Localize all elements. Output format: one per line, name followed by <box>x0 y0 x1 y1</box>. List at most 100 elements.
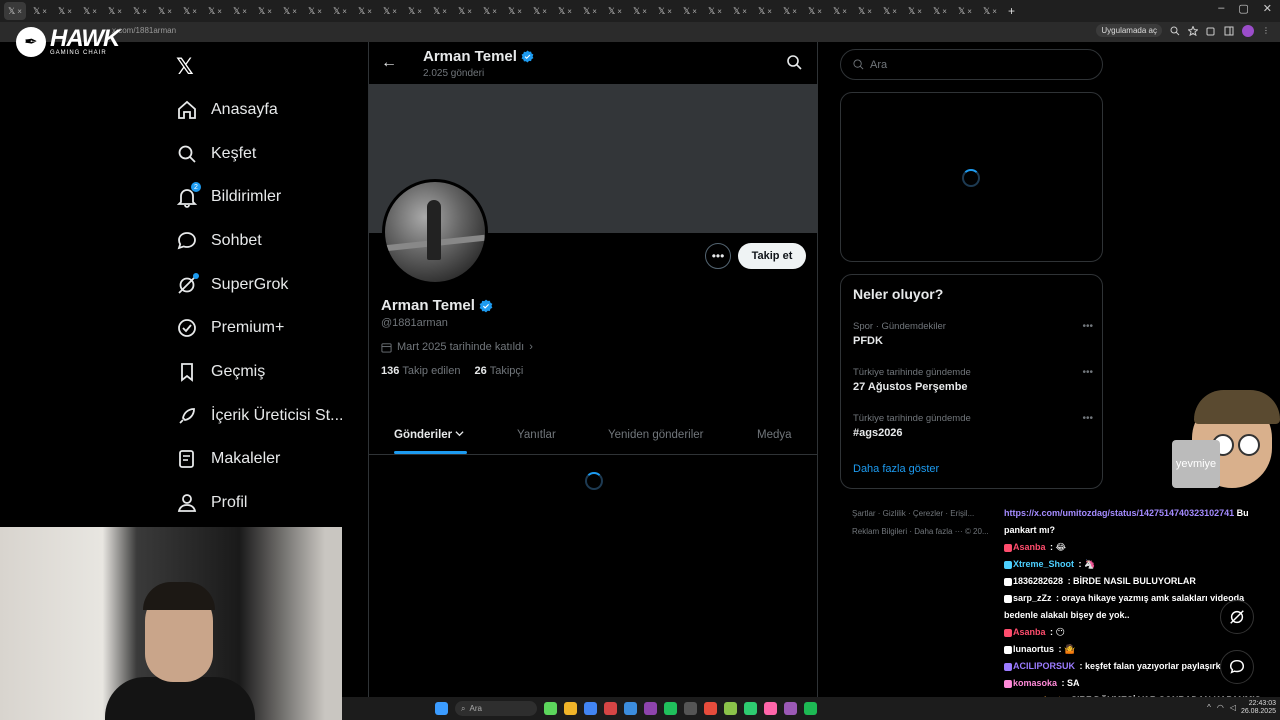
sidebar-item-bell[interactable]: 2 Bildirimler <box>176 175 343 219</box>
browser-tab[interactable]: 𝕏 × <box>129 2 151 20</box>
trend-item[interactable]: Spor · Gündemdekiler PFDK ••• <box>853 321 1093 347</box>
url-field[interactable]: x.com/1881arman <box>112 26 176 35</box>
tray-volume-icon[interactable]: ◁ <box>1230 703 1236 712</box>
browser-tab[interactable]: 𝕏 × <box>529 2 551 20</box>
browser-tab[interactable]: 𝕏 × <box>904 2 926 20</box>
browser-tab[interactable]: 𝕏 × <box>54 2 76 20</box>
browser-tab[interactable]: 𝕏 × <box>454 2 476 20</box>
taskbar-app-icon[interactable] <box>804 702 817 715</box>
tab-reposts[interactable]: Yeniden gönderiler <box>608 429 704 441</box>
browser-tab[interactable]: 𝕏 × <box>954 2 976 20</box>
close-tab-icon[interactable]: × <box>667 7 672 16</box>
trend-more-button[interactable]: ••• <box>1082 413 1093 424</box>
close-tab-icon[interactable]: × <box>192 7 197 16</box>
sidebar-item-home[interactable]: Anasayfa <box>176 88 343 132</box>
more-options-button[interactable]: ••• <box>705 243 731 269</box>
close-tab-icon[interactable]: × <box>592 7 597 16</box>
messages-overlay-button[interactable] <box>1220 650 1254 684</box>
close-tab-icon[interactable]: × <box>892 7 897 16</box>
sidebar-item-person[interactable]: Profil <box>176 481 343 525</box>
browser-profile-avatar[interactable] <box>1242 24 1254 37</box>
trend-more-button[interactable]: ••• <box>1082 367 1093 378</box>
close-tab-icon[interactable]: × <box>417 7 422 16</box>
close-tab-icon[interactable]: × <box>367 7 372 16</box>
new-tab-button[interactable]: + <box>1008 4 1015 18</box>
close-tab-icon[interactable]: × <box>967 7 972 16</box>
browser-menu-icon[interactable]: ⋮ <box>1262 26 1270 35</box>
browser-tab[interactable]: 𝕏 × <box>354 2 376 20</box>
back-arrow-icon[interactable]: ← <box>381 54 397 72</box>
footer-cookies[interactable]: Çerezler <box>913 509 943 518</box>
close-tab-icon[interactable]: × <box>67 7 72 16</box>
avatar[interactable] <box>382 179 488 285</box>
browser-tab[interactable]: 𝕏 × <box>329 2 351 20</box>
browser-tab[interactable]: 𝕏 × <box>304 2 326 20</box>
browser-tab[interactable]: 𝕏 × <box>79 2 101 20</box>
footer-accessibility[interactable]: Erişil... <box>950 509 974 518</box>
zoom-icon[interactable] <box>1170 26 1180 36</box>
browser-tab[interactable]: 𝕏 × <box>4 2 26 20</box>
sidebar-item-grok[interactable]: SuperGrok <box>176 263 343 307</box>
taskbar-app-icon[interactable] <box>764 702 777 715</box>
close-tab-icon[interactable]: × <box>542 7 547 16</box>
close-window-button[interactable]: ✕ <box>1263 2 1272 15</box>
browser-tab[interactable]: 𝕏 × <box>154 2 176 20</box>
close-tab-icon[interactable]: × <box>617 7 622 16</box>
tab-posts[interactable]: Gönderiler <box>394 429 464 441</box>
taskbar-app-icon[interactable] <box>544 702 557 715</box>
footer-privacy[interactable]: Gizlilik <box>883 509 906 518</box>
taskbar-app-icon[interactable] <box>604 702 617 715</box>
footer-terms[interactable]: Şartlar <box>852 509 876 518</box>
close-tab-icon[interactable]: × <box>867 7 872 16</box>
star-icon[interactable] <box>1188 25 1198 36</box>
trend-item[interactable]: Türkiye tarihinde gündemde 27 Ağustos Pe… <box>853 367 1093 393</box>
close-tab-icon[interactable]: × <box>942 7 947 16</box>
close-tab-icon[interactable]: × <box>317 7 322 16</box>
browser-tab[interactable]: 𝕏 × <box>579 2 601 20</box>
browser-tab[interactable]: 𝕏 × <box>504 2 526 20</box>
close-tab-icon[interactable]: × <box>517 7 522 16</box>
browser-tab[interactable]: 𝕏 × <box>754 2 776 20</box>
taskbar-app-icon[interactable] <box>724 702 737 715</box>
browser-tab[interactable]: 𝕏 × <box>254 2 276 20</box>
followers-link[interactable]: 26 Takipçi <box>474 365 523 377</box>
taskbar-app-icon[interactable] <box>704 702 717 715</box>
close-tab-icon[interactable]: × <box>917 7 922 16</box>
close-tab-icon[interactable]: × <box>992 7 997 16</box>
joined-date[interactable]: Mart 2025 tarihinde katıldı › <box>381 341 533 353</box>
follow-button[interactable]: Takip et <box>738 243 806 269</box>
close-tab-icon[interactable]: × <box>567 7 572 16</box>
close-tab-icon[interactable]: × <box>742 7 747 16</box>
browser-tab[interactable]: 𝕏 × <box>29 2 51 20</box>
footer-more[interactable]: Daha fazla ··· <box>914 527 962 536</box>
search-icon[interactable] <box>786 54 802 70</box>
browser-tab[interactable]: 𝕏 × <box>829 2 851 20</box>
footer-ads[interactable]: Reklam Bilgileri <box>852 527 907 536</box>
taskbar-app-icon[interactable] <box>684 702 697 715</box>
maximize-button[interactable]: ▢ <box>1238 2 1248 15</box>
close-tab-icon[interactable]: × <box>492 7 497 16</box>
x-logo-icon[interactable]: 𝕏 <box>176 54 198 79</box>
show-more-link[interactable]: Daha fazla göster <box>853 463 939 475</box>
taskbar-app-icon[interactable] <box>584 702 597 715</box>
search-input[interactable]: Ara <box>840 49 1103 80</box>
browser-tab[interactable]: 𝕏 × <box>729 2 751 20</box>
sidebar-item-article[interactable]: Makaleler <box>176 438 343 482</box>
following-link[interactable]: 136 Takip edilen <box>381 365 460 377</box>
close-tab-icon[interactable]: × <box>142 7 147 16</box>
sidebar-item-search[interactable]: Keşfet <box>176 132 343 176</box>
close-tab-icon[interactable]: × <box>167 7 172 16</box>
browser-tab[interactable]: 𝕏 × <box>654 2 676 20</box>
taskbar-app-icon[interactable] <box>564 702 577 715</box>
tab-media[interactable]: Medya <box>757 429 792 441</box>
minimize-button[interactable]: – <box>1218 2 1224 15</box>
taskbar-app-icon[interactable] <box>664 702 677 715</box>
close-tab-icon[interactable]: × <box>717 7 722 16</box>
close-tab-icon[interactable]: × <box>267 7 272 16</box>
close-tab-icon[interactable]: × <box>217 7 222 16</box>
close-tab-icon[interactable]: × <box>117 7 122 16</box>
tray-network-icon[interactable]: ◠ <box>1217 703 1224 712</box>
sidebar-item-bookmark[interactable]: Geçmiş <box>176 350 343 394</box>
sidebar-item-rocket[interactable]: İçerik Üreticisi St... <box>176 394 343 438</box>
browser-tab[interactable]: 𝕏 × <box>104 2 126 20</box>
